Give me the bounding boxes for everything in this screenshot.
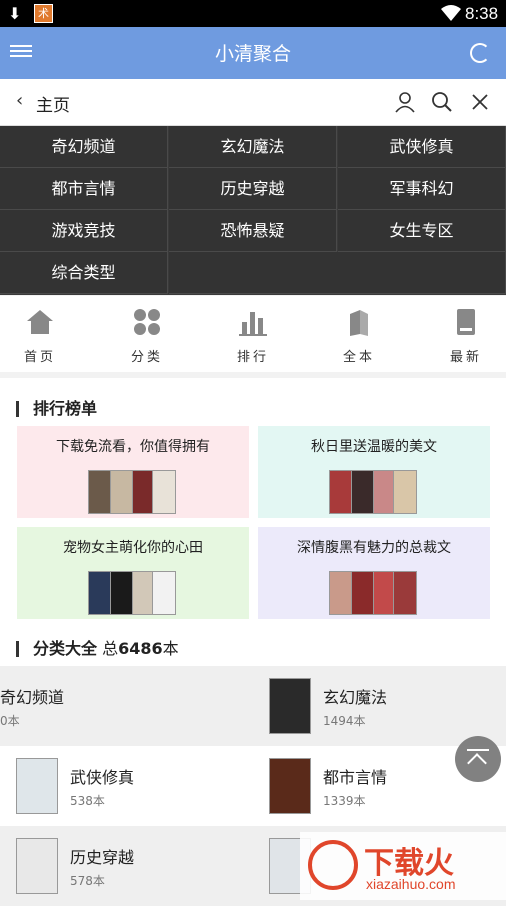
book-icon [457,309,475,335]
tab-label: 排行 [236,350,269,365]
books-icon [350,310,368,336]
ranking-section: 排行榜单 下载免流看，你值得拥有 秋日里送温暖的美文 宠物女主萌化你的心田 深情… [0,378,506,630]
category-count: 0本 [0,714,20,728]
category-count: 538本 [70,794,105,808]
category-count: 578本 [70,874,105,888]
ranking-card-title: 宠物女主萌化你的心田 [63,540,203,556]
search-icon[interactable] [431,91,453,113]
book-covers [88,567,178,617]
tab-label: 最新 [449,350,482,365]
category-empty-cell [169,252,506,294]
category-item[interactable]: 女生专区 [338,210,506,252]
category-list-header: 分类大全 总6486本 [0,630,506,666]
category-item[interactable]: 历史穿越 [169,168,337,210]
category-name: 武侠修真 [70,768,135,787]
book-covers [88,466,178,516]
total-suffix: 本 [162,639,179,658]
book-cover [269,758,311,814]
tab-complete[interactable]: 全本 [309,296,409,372]
watermark-logo: 下载火 xiazaihuo.com [300,832,506,900]
ranking-title: 排行榜单 [16,401,97,417]
tab-latest[interactable]: 最新 [416,296,506,372]
ranking-card[interactable]: 下载免流看，你值得拥有 [17,426,249,518]
category-name: 都市言情 [323,768,388,787]
ranking-card[interactable]: 秋日里送温暖的美文 [258,426,490,518]
category-item[interactable]: 都市言情 [0,168,168,210]
category-count: 1494本 [323,714,366,728]
tab-bar: 首页 分类 排行 全本 最新 [0,296,506,372]
category-row: 奇幻频道 0本 玄幻魔法 1494本 [0,666,506,746]
watermark-url: xiazaihuo.com [366,876,456,892]
total-prefix: 总 [102,639,119,658]
download-icon: ⬇ [8,4,22,23]
ranking-card[interactable]: 宠物女主萌化你的心田 [17,527,249,619]
home-icon [27,310,53,334]
tab-home[interactable]: 首页 [0,296,90,372]
book-cover [16,758,58,814]
tab-label: 首页 [23,350,56,365]
category-item[interactable]: 军事科幻 [338,168,506,210]
app-notification-icon: 术 [34,4,53,23]
tab-label: 分类 [130,350,163,365]
bar-chart-icon [239,312,267,336]
ranking-card[interactable]: 深情腹黑有魅力的总裁文 [258,527,490,619]
category-row: 武侠修真 538本 都市言情 1339本 [0,746,506,826]
ranking-card-title: 秋日里送温暖的美文 [311,439,437,455]
category-name: 玄幻魔法 [323,688,388,707]
category-item[interactable]: 玄幻魔法 [169,126,337,168]
navigation-bar: ‹ 主页 [0,79,506,126]
wifi-icon [441,5,461,21]
book-cover [269,678,311,734]
category-name: 奇幻频道 [0,688,65,707]
category-grid: 奇幻频道 玄幻魔法 武侠修真 都市言情 历史穿越 军事科幻 游戏竞技 恐怖悬疑 … [0,126,506,295]
ranking-card-title: 深情腹黑有魅力的总裁文 [297,540,451,556]
close-icon[interactable] [469,91,491,113]
grid-icon [134,309,160,335]
category-item[interactable]: 游戏竞技 [0,210,168,252]
total-count: 6486 [118,639,163,658]
category-item[interactable]: 武侠修真 [338,126,506,168]
flame-logo-icon [308,840,358,890]
app-title: 小清聚合 [214,43,291,65]
app-header: 小清聚合 [0,27,506,79]
category-name: 历史穿越 [70,848,135,867]
category-list-item[interactable]: 奇幻频道 0本 [0,666,253,746]
category-list-item[interactable]: 历史穿越 578本 [0,826,253,906]
category-item[interactable]: 恐怖悬疑 [169,210,337,252]
back-home-link[interactable]: 主页 [36,91,70,116]
tab-ranking[interactable]: 排行 [203,296,303,372]
status-time: 8:38 [465,4,499,23]
category-item[interactable]: 奇幻频道 [0,126,168,168]
category-item[interactable]: 综合类型 [0,252,168,294]
ranking-card-title: 下载免流看，你值得拥有 [56,439,210,455]
category-list-item[interactable]: 玄幻魔法 1494本 [253,666,506,746]
user-icon[interactable] [394,91,416,113]
book-cover [16,838,58,894]
tab-category[interactable]: 分类 [97,296,197,372]
book-covers [329,567,419,617]
category-count: 1339本 [323,794,366,808]
back-to-top-button[interactable] [455,736,501,782]
tab-label: 全本 [342,350,375,365]
status-bar: ⬇ 术 8:38 [0,0,506,27]
category-list-item[interactable]: 武侠修真 538本 [0,746,253,826]
refresh-icon[interactable] [470,43,490,63]
category-list-title: 分类大全 总6486本 [16,641,179,657]
back-chevron-icon[interactable]: ‹ [16,90,23,111]
book-covers [329,466,419,516]
